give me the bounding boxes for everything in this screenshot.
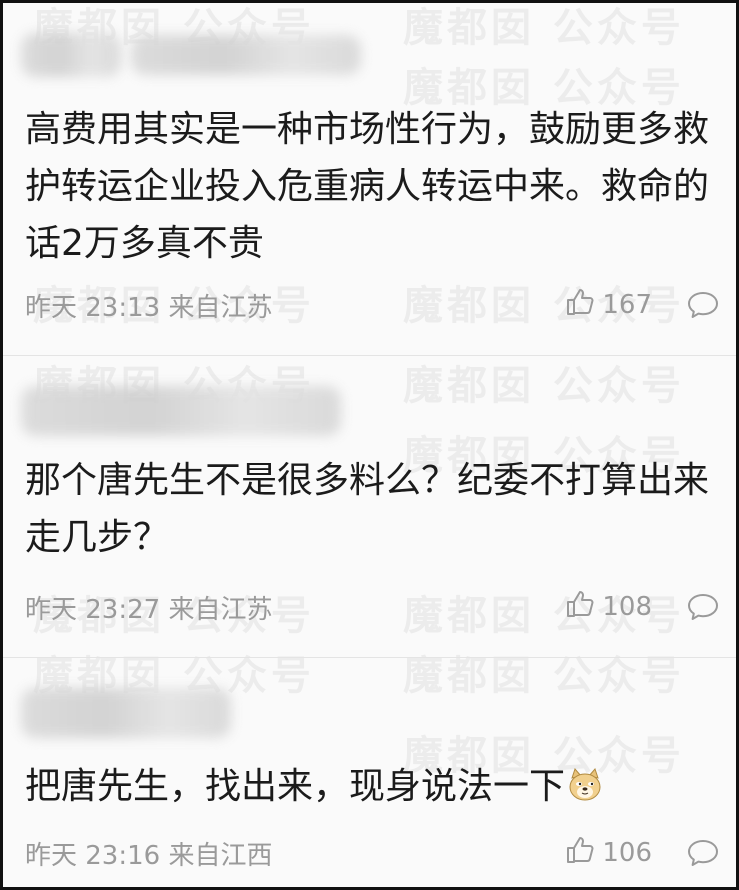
doge-emoji-icon	[567, 762, 603, 801]
reply-button[interactable]	[686, 592, 720, 622]
like-count: 106	[602, 838, 652, 868]
thumbs-up-icon	[564, 588, 602, 627]
comment-item: 高费用其实是一种市场性行为，鼓励更多救护转运企业投入危重病人转运中来。救命的话2…	[3, 3, 736, 353]
speech-bubble-icon	[686, 290, 720, 320]
comment-time-location: 昨天 23:13 来自江苏	[25, 292, 273, 323]
comment-item: 把唐先生，找出来，现身说法一下 昨天 23:16 来自江西 106	[3, 658, 736, 887]
speech-bubble-icon	[686, 838, 720, 868]
speech-bubble-icon	[686, 592, 720, 622]
comment-meta: 昨天 23:16 来自江西 106	[25, 835, 720, 871]
blurred-username	[131, 35, 361, 75]
comment-text: 高费用其实是一种市场性行为，鼓励更多救护转运企业投入危重病人转运中来。救命的话2…	[25, 109, 710, 264]
thumbs-up-icon	[564, 286, 602, 325]
like-button[interactable]: 108	[564, 588, 652, 627]
thumbs-up-icon	[564, 834, 602, 873]
comment-time-location: 昨天 23:16 来自江西	[25, 840, 273, 871]
like-count: 108	[602, 592, 652, 622]
like-count: 167	[602, 290, 652, 320]
like-button[interactable]: 106	[564, 834, 652, 873]
comment-item: 那个唐先生不是很多料么？纪委不打算出来走几步？ 昨天 23:27 来自江苏 10…	[3, 356, 736, 656]
comment-meta: 昨天 23:27 来自江苏 108	[25, 589, 720, 625]
comment-meta: 昨天 23:13 来自江苏 167	[25, 287, 720, 323]
comment-text: 那个唐先生不是很多料么？纪委不打算出来走几步？	[25, 460, 710, 558]
like-button[interactable]: 167	[564, 286, 652, 325]
comment-text-body: 把唐先生，找出来，现身说法一下	[25, 766, 566, 807]
reply-button[interactable]	[686, 838, 720, 868]
comment-list-frame: 魔都囡 公众号 魔都囡 公众号 魔都囡 公众号 魔都囡 公众号 魔都囡 公众号 …	[0, 0, 739, 890]
comment-text: 把唐先生，找出来，现身说法一下	[25, 758, 716, 815]
comment-time-location: 昨天 23:27 来自江苏	[25, 594, 273, 625]
blurred-avatar	[21, 33, 121, 77]
blurred-username	[21, 688, 231, 738]
blurred-username	[21, 386, 341, 436]
reply-button[interactable]	[686, 290, 720, 320]
